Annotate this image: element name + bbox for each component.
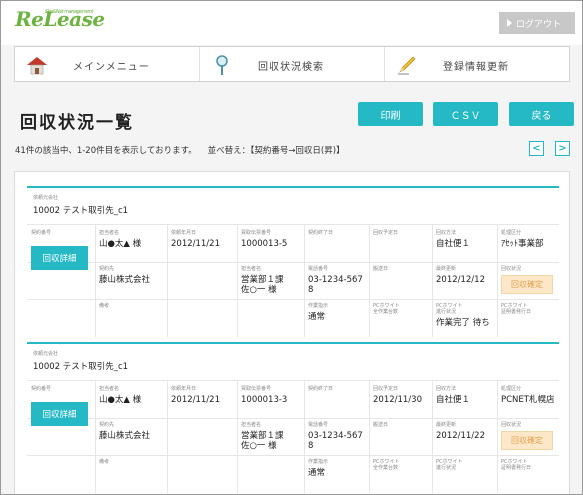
result-list: 依頼元会社 10002 テスト取引先_c1 契約番号 回収詳細 担当者名 山●太▲… bbox=[14, 171, 570, 494]
header: ReLease Sky&Net management ログアウト bbox=[1, 1, 582, 45]
logout-button[interactable]: ログアウト bbox=[499, 12, 575, 34]
result-info: 41件の該当中、1-20件目を表示しております。 並べ替え：【契約番号→回収日(… bbox=[15, 146, 345, 156]
app-window: ReLease Sky&Net management ログアウト メインメニュー… bbox=[0, 0, 583, 495]
record-grid: 契約番号 回収詳細 担当者名 山●太▲ 様 依頼年月日 2012/11/21 買取伝… bbox=[27, 225, 559, 337]
client-cell: 依頼元会社 10002 テスト取引先_c1 bbox=[27, 188, 559, 225]
status-badge: 回収確定 bbox=[501, 275, 553, 294]
nav-item-main-menu[interactable]: メインメニュー bbox=[15, 47, 200, 81]
page-title: 回収状況一覧 bbox=[20, 113, 134, 133]
client-cell: 依頼元会社 10002 テスト取引先_c1 bbox=[27, 344, 559, 381]
logo: ReLease Sky&Net management bbox=[15, 7, 105, 31]
back-button[interactable]: 戻る bbox=[509, 102, 574, 126]
list-item: 依頼元会社 10002 テスト取引先_c1 契約番号 回収詳細 担当者名 山●太▲… bbox=[27, 186, 559, 337]
collection-detail-button[interactable]: 回収詳細 bbox=[31, 246, 88, 270]
magnifier-pin-icon bbox=[216, 55, 228, 75]
nav-item-registration-update[interactable]: 登録情報更新 bbox=[385, 47, 569, 81]
list-item: 依頼元会社 10002 テスト取引先_c1 契約番号 回収詳細 担当者名 山●太▲… bbox=[27, 342, 559, 493]
nav-item-collection-search[interactable]: 回収状況検索 bbox=[200, 47, 385, 81]
pencil-icon bbox=[398, 56, 416, 75]
main-nav: メインメニュー 回収状況検索 登録情報更新 bbox=[14, 46, 570, 82]
status-badge: 回収確定 bbox=[501, 431, 553, 450]
csv-button[interactable]: ＣＳＶ bbox=[433, 102, 498, 126]
print-button[interactable]: 印刷 bbox=[358, 102, 423, 126]
prev-page-button[interactable]: < bbox=[529, 141, 544, 156]
record-grid: 契約番号 回収詳細 担当者名 山●太▲ 様 依頼年月日 2012/11/21 買取伝… bbox=[27, 381, 559, 493]
collection-detail-button[interactable]: 回収詳細 bbox=[31, 402, 88, 426]
arrow-right-icon bbox=[507, 19, 512, 27]
house-icon bbox=[27, 57, 47, 75]
next-page-button[interactable]: > bbox=[555, 141, 570, 156]
